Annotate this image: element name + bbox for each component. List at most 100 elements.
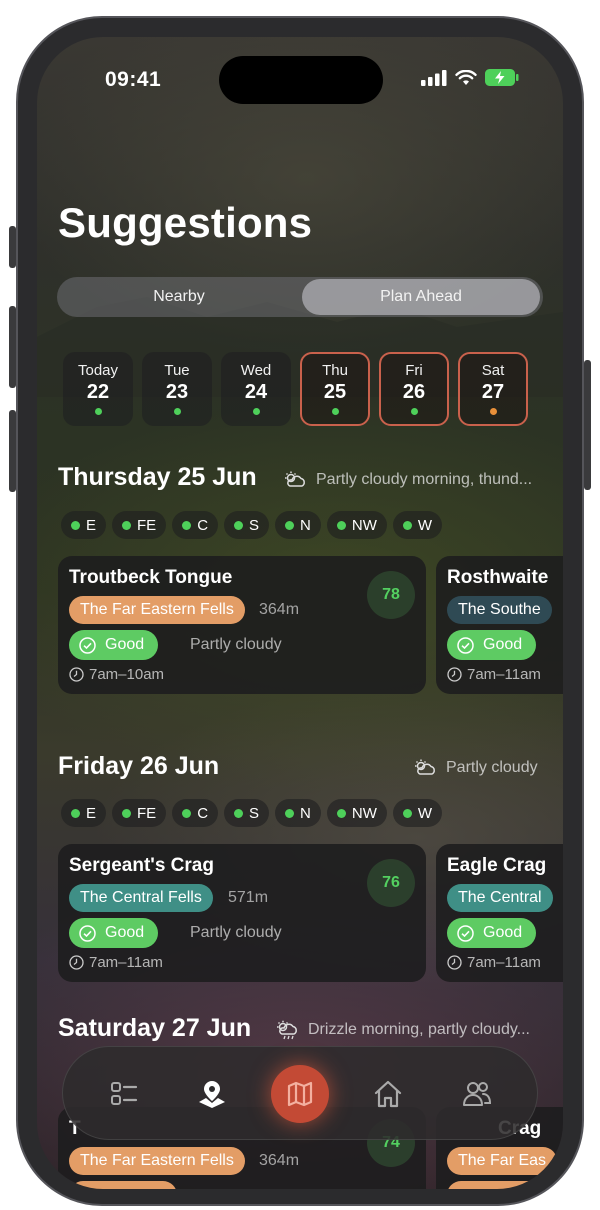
wifi-icon (455, 69, 477, 85)
rating-label: Good (483, 636, 523, 653)
weather-text: Partly cloudy morning, thund... (316, 471, 533, 488)
tab-location[interactable] (187, 1069, 237, 1119)
day-status-dot (489, 408, 497, 415)
region-label: S (249, 804, 260, 822)
region-chip-c[interactable]: C (172, 799, 219, 827)
fell-name: Rosthwaite (447, 567, 549, 588)
region-chip-s[interactable]: S (224, 511, 270, 539)
clock-icon (447, 667, 462, 682)
clock-icon (69, 955, 84, 970)
time-window: 7am–11am (447, 666, 541, 683)
weather-text: Drizzle morning, partly cloudy... (308, 1021, 530, 1038)
status-dot (336, 808, 346, 818)
status-dot (122, 520, 132, 530)
region-chip-w[interactable]: W (392, 511, 443, 539)
rating-badge: Good (447, 918, 537, 948)
time-window: 7am–11am (447, 954, 541, 971)
region-label: N (300, 804, 311, 822)
suggestion-card[interactable]: Rosthwaite The Southe Good 7am–11am (436, 556, 563, 694)
rating-badge: Good (69, 630, 159, 660)
section-heading-saturday: Saturday 27 Jun (58, 1014, 252, 1042)
action-button (9, 226, 16, 268)
day-chip-sat[interactable]: Sat 27 (458, 352, 528, 426)
rating-label: Good (105, 924, 145, 941)
score-badge: 76 (367, 859, 415, 907)
fell-region-badge: The Central Fells (69, 884, 213, 912)
region-label: FE (137, 804, 157, 822)
region-label: S (249, 516, 260, 534)
day-status-dot (173, 408, 181, 415)
day-name: Tue (164, 362, 190, 379)
section-heading-thursday: Thursday 25 Jun (58, 463, 257, 491)
status-dot (182, 520, 192, 530)
region-chip-nw[interactable]: NW (326, 511, 387, 539)
status-dot (336, 520, 346, 530)
region-chip-s[interactable]: S (224, 799, 270, 827)
day-status-dot (331, 408, 339, 415)
day-chip-wed[interactable]: Wed 24 (221, 352, 291, 426)
status-dot (71, 808, 80, 818)
segment-nearby[interactable]: Nearby (60, 279, 298, 315)
location-pin-icon (199, 1081, 225, 1108)
drizzle-icon (277, 1020, 297, 1040)
app-screen: 09:41 Suggestions Nearby Plan Ahead Toda… (37, 37, 563, 1189)
weather-summary: Partly cloudy morning, thund... (282, 470, 532, 490)
rating-label: Good (483, 924, 523, 941)
condition-text: Partly cloudy (190, 636, 282, 653)
map-icon (287, 1081, 313, 1107)
tab-bar (62, 1046, 538, 1140)
volume-down-button (9, 410, 16, 492)
nearby-planahead-segmented-control: Nearby Plan Ahead (57, 277, 543, 317)
fell-region-badge: The Central (447, 884, 553, 912)
region-chip-fe[interactable]: FE (112, 799, 167, 827)
day-date: 22 (86, 381, 110, 403)
region-chip-nw[interactable]: NW (326, 799, 387, 827)
fell-height: 364m (259, 1152, 300, 1169)
time-window: 7am–10am (69, 666, 164, 683)
day-status-dot (252, 408, 260, 415)
status-dot (402, 808, 412, 818)
section-heading-friday: Friday 26 Jun (58, 752, 220, 780)
tab-home[interactable] (363, 1069, 413, 1119)
score-badge: 78 (367, 571, 415, 619)
cellular-signal-icon (421, 69, 447, 86)
day-chip-thu[interactable]: Thu 25 (300, 352, 370, 426)
rating-badge: Good (447, 630, 537, 660)
day-name: Thu (322, 362, 348, 379)
region-chip-e[interactable]: E (61, 799, 107, 827)
region-chip-e[interactable]: E (61, 511, 107, 539)
day-name: Sat (481, 362, 505, 379)
fell-height: 571m (228, 889, 269, 906)
suggestion-card[interactable]: Troutbeck Tongue The Far Eastern Fells 3… (58, 556, 426, 694)
region-chip-w[interactable]: W (392, 799, 443, 827)
time-window-text: 7am–11am (89, 954, 163, 971)
region-label: N (300, 516, 311, 534)
status-dot (285, 808, 295, 818)
volume-up-button (9, 306, 16, 388)
tab-checklist[interactable] (99, 1069, 149, 1119)
day-status-dot (94, 408, 102, 415)
region-label: C (197, 516, 209, 534)
region-label: C (197, 804, 209, 822)
dynamic-island (219, 56, 383, 104)
region-chip-n[interactable]: N (275, 799, 321, 827)
fell-region-badge: The Far Eastern Fells (69, 596, 245, 624)
region-label: E (86, 516, 97, 534)
tab-map[interactable] (271, 1065, 329, 1123)
day-name: Today (77, 362, 119, 379)
suggestion-card[interactable]: Sergeant's Crag The Central Fells 571m G… (58, 844, 426, 982)
region-chip-fe[interactable]: FE (112, 511, 167, 539)
fell-region-badge: The Southe (447, 596, 552, 624)
day-chip-fri[interactable]: Fri 26 (379, 352, 449, 426)
power-button (584, 360, 591, 490)
day-chip-today[interactable]: Today 22 (63, 352, 133, 426)
region-label: NW (351, 804, 377, 822)
suggestion-card[interactable]: Eagle Crag The Central Good 7am–11am (436, 844, 563, 982)
status-dot (182, 808, 192, 818)
day-status-dot (410, 408, 418, 415)
region-chip-c[interactable]: C (172, 511, 219, 539)
day-chip-tue[interactable]: Tue 23 (142, 352, 212, 426)
segment-plan-ahead[interactable]: Plan Ahead (302, 279, 540, 315)
region-chip-n[interactable]: N (275, 511, 321, 539)
tab-people[interactable] (452, 1069, 502, 1119)
